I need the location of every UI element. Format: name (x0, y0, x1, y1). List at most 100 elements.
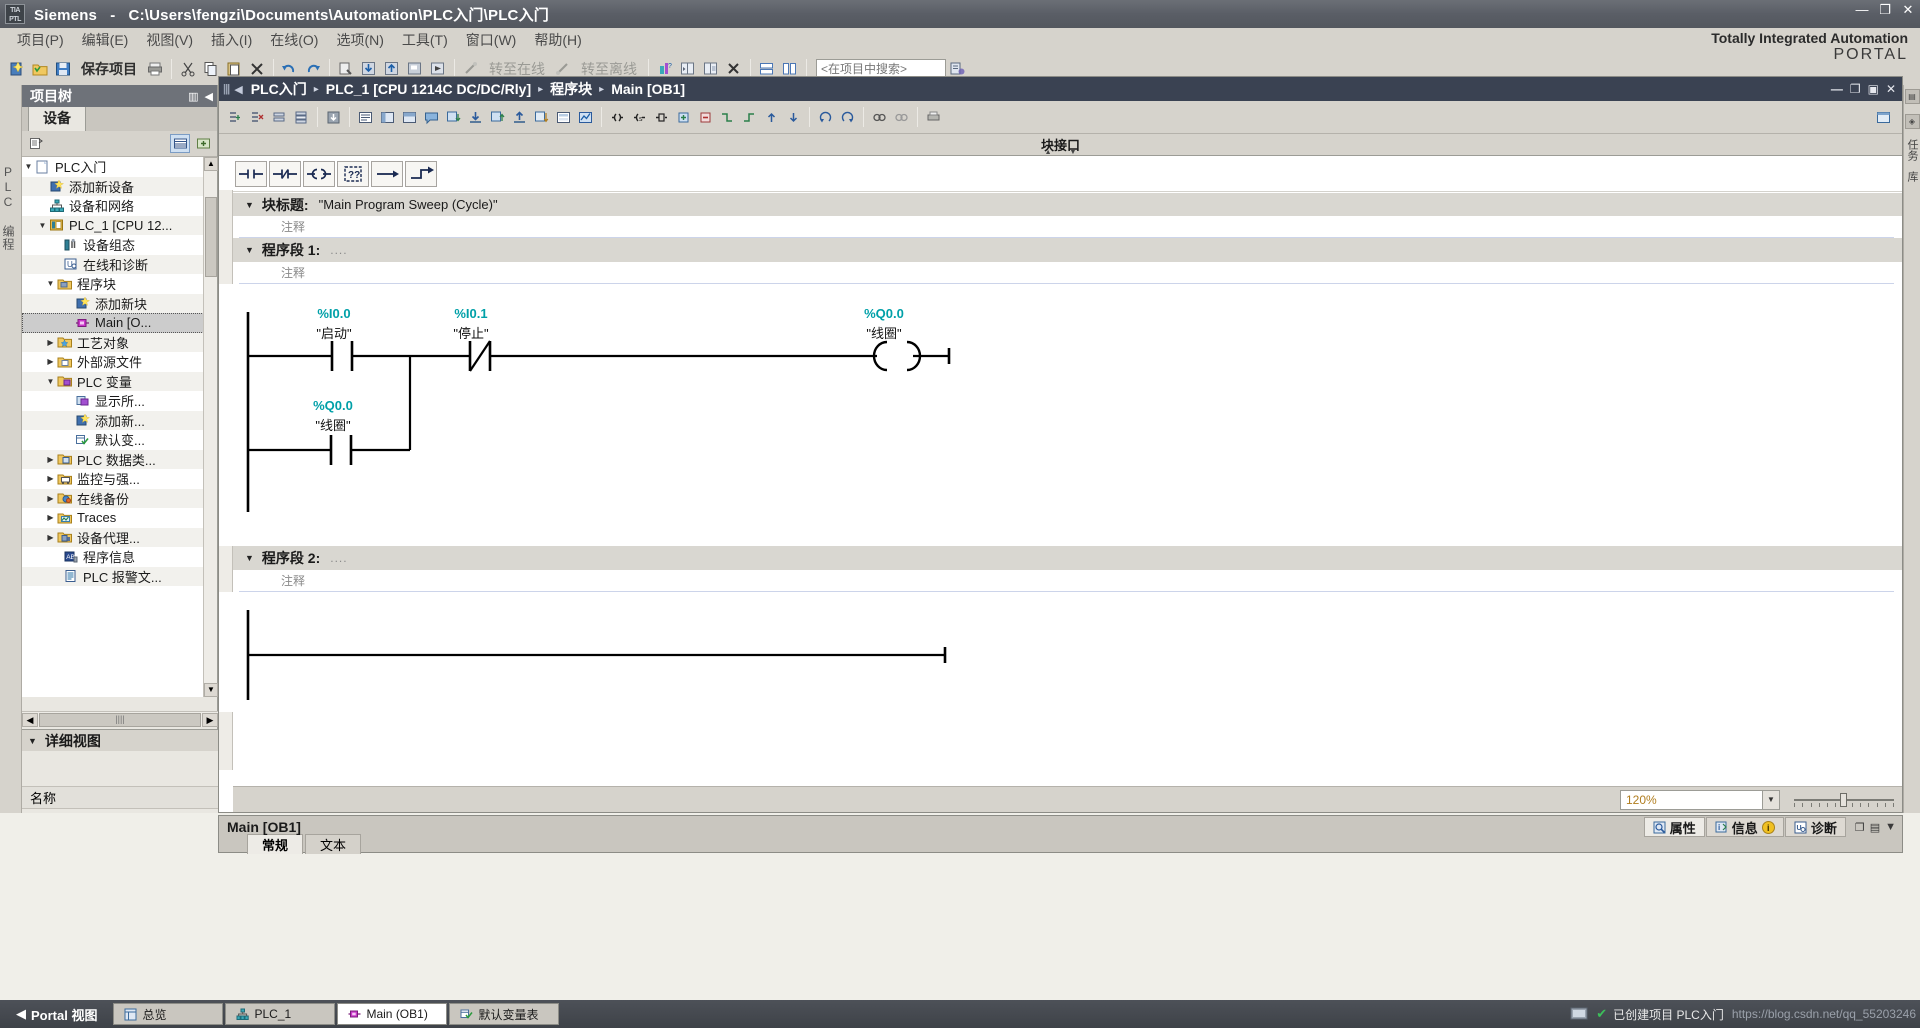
tree-node-main-ob1[interactable]: Main [O... (22, 313, 204, 333)
show-cross-reference-icon[interactable] (869, 106, 890, 128)
download-icon[interactable] (323, 106, 344, 128)
expand-arrow-icon[interactable]: ▼ (44, 377, 57, 386)
expand-arrow-icon[interactable]: ▼ (44, 279, 57, 288)
network-1-dots[interactable]: .... (330, 243, 347, 257)
system-tray-icon[interactable] (1570, 1006, 1588, 1022)
scroll-down-icon[interactable]: ▼ (204, 683, 218, 697)
block-interface-resize-handles[interactable]: ▲ ▼ (1045, 149, 1077, 156)
coil-branch-tool-3-icon[interactable] (651, 106, 672, 128)
scrollbar-thumb[interactable] (205, 197, 217, 277)
tree-node-plc-1[interactable]: ▼ PLC_1 [CPU 12... (22, 215, 204, 235)
save-project-label[interactable]: 保存项目 (75, 59, 143, 79)
dock-restore-icon[interactable]: ❐ (1855, 821, 1865, 834)
save-project-icon[interactable] (52, 57, 74, 81)
tree-node-traces[interactable]: ▶ Traces (22, 508, 204, 528)
scroll-left-icon[interactable]: ◀ (22, 712, 38, 727)
network-2-ladder[interactable] (219, 592, 1902, 712)
chevron-down-icon[interactable]: ▼ (1070, 149, 1077, 156)
menu-edit[interactable]: 编辑(E) (73, 28, 138, 52)
empty-box-button[interactable]: ?? (337, 160, 369, 187)
tree-node-external-source-files[interactable]: ▶ 外部源文件 (22, 352, 204, 372)
tree-node-technology-objects[interactable]: ▶ 工艺对象 (22, 332, 204, 352)
project-tree-vertical-scrollbar[interactable]: ▲ ▼ (203, 157, 218, 697)
tree-node-plc-alarm-text-lists[interactable]: PLC 报警文... (22, 566, 204, 586)
detail-view-header[interactable]: ▼ 详细视图 (22, 730, 218, 751)
zoom-slider-thumb[interactable] (1840, 792, 1847, 807)
editor-maximize-icon[interactable]: ▣ (1868, 82, 1879, 96)
expand-arrow-icon[interactable]: ▼ (22, 162, 35, 171)
no-contact-button[interactable] (235, 160, 267, 187)
tree-node-default-tag-table[interactable]: 默认变... (22, 430, 204, 450)
tree-list-view-icon[interactable] (170, 134, 190, 153)
expand-arrow-icon[interactable]: ▶ (44, 338, 57, 347)
insert-input-icon[interactable] (673, 106, 694, 128)
tree-node-devices-networks[interactable]: 设备和网络 (22, 196, 204, 216)
dock-expand-icon[interactable]: ▤ (1870, 821, 1880, 834)
open-branch-tool-icon[interactable] (717, 106, 738, 128)
taskbar-item-overview[interactable]: 总览 (113, 1003, 224, 1025)
tab-devices[interactable]: 设备 (28, 105, 86, 131)
print-icon[interactable] (144, 57, 166, 81)
tab-properties[interactable]: 属性 (1643, 817, 1705, 837)
tree-node-program-blocks[interactable]: ▼ 程序块 (22, 274, 204, 294)
task-card-label-libraries[interactable]: 库 (1904, 171, 1920, 182)
portal-view-button[interactable]: ◀ Portal 视图 (0, 1005, 113, 1024)
download-network-icon[interactable] (465, 106, 486, 128)
tree-node-project[interactable]: ▼ PLC入门 (22, 157, 204, 177)
tree-options-icon[interactable] (26, 134, 46, 153)
tree-node-device-configuration[interactable]: 设备组态 (22, 235, 204, 255)
close-branch-tool-icon[interactable] (739, 106, 760, 128)
show-comments-icon[interactable] (421, 106, 442, 128)
scroll-right-icon[interactable]: ▶ (202, 712, 218, 727)
cut-icon[interactable] (177, 57, 199, 81)
upload-network-icon[interactable] (509, 106, 530, 128)
editor-restore-icon[interactable]: ❐ (1850, 82, 1861, 96)
taskbar-item-plc-1[interactable]: PLC_1 (225, 1003, 336, 1025)
task-card-label-tasks[interactable]: 任务 (1904, 139, 1920, 161)
show-symbolic-operands-icon[interactable] (377, 106, 398, 128)
nc-contact-button[interactable] (269, 160, 301, 187)
show-absolute-operands-icon[interactable] (355, 106, 376, 128)
drag-grip-icon[interactable]: ||| (223, 83, 230, 95)
network-2-dots[interactable]: .... (330, 551, 347, 565)
open-project-icon[interactable] (29, 57, 51, 81)
previous-error-icon[interactable] (815, 106, 836, 128)
editor-close-icon[interactable]: ✕ (1886, 82, 1896, 96)
expand-arrow-icon[interactable]: ▶ (44, 357, 57, 366)
block-interface-bar[interactable]: 块接口 ▲ ▼ (219, 134, 1902, 156)
collapse-panel-icon[interactable]: ◀ (205, 90, 213, 103)
delete-input-icon[interactable] (695, 106, 716, 128)
project-tree-nodes[interactable]: ▼ PLC入门 添加新设备 设备和网络 ▼ PLC_1 [CPU 12... 设… (22, 157, 204, 697)
tree-node-show-all-tags[interactable]: 显示所... (22, 391, 204, 411)
menu-online[interactable]: 在线(O) (261, 28, 327, 52)
network-1-comment-field[interactable]: 注释 (239, 262, 1894, 284)
plc-programming-vertical-label[interactable]: PLC 编程 (0, 165, 17, 251)
network-overview-down-icon[interactable] (443, 106, 464, 128)
tree-node-device-proxy-data[interactable]: ▶ 设备代理... (22, 527, 204, 547)
menu-tools[interactable]: 工具(T) (393, 28, 457, 52)
menu-window[interactable]: 窗口(W) (457, 28, 526, 52)
editor-minimize-icon[interactable]: — (1831, 82, 1843, 96)
move-down-icon[interactable] (783, 106, 804, 128)
block-title-value[interactable]: "Main Program Sweep (Cycle)" (319, 197, 498, 212)
tab-diagnostics[interactable]: U 诊断 (1784, 817, 1846, 837)
sort-networks-icon[interactable] (531, 106, 552, 128)
collapse-all-icon[interactable] (269, 106, 290, 128)
zoom-level-select[interactable]: 120% ▼ (1620, 789, 1780, 810)
scroll-up-icon[interactable]: ▲ (204, 157, 218, 171)
tab-info[interactable]: i 信息 i (1705, 817, 1784, 837)
taskbar-item-main-ob1[interactable]: Main (OB1) (337, 1003, 448, 1025)
scrollbar-thumb-horizontal[interactable]: |||| (39, 712, 201, 727)
maximize-icon[interactable]: ❐ (1877, 2, 1893, 18)
tree-node-plc-data-types[interactable]: ▶ PLC 数据类... (22, 449, 204, 469)
next-error-icon[interactable] (837, 106, 858, 128)
task-card-toggle-icon[interactable]: ▤ (1904, 89, 1920, 104)
show-both-operands-icon[interactable] (399, 106, 420, 128)
delete-network-icon[interactable] (247, 106, 268, 128)
breadcrumb-back-icon[interactable]: ◀ (234, 83, 242, 96)
block-comment-field[interactable]: 注释 (239, 216, 1894, 238)
network-2-comment-field[interactable]: 注释 (239, 570, 1894, 592)
close-branch-button[interactable] (405, 160, 437, 187)
expand-arrow-icon[interactable]: ▶ (44, 494, 57, 503)
insert-network-icon[interactable] (225, 106, 246, 128)
